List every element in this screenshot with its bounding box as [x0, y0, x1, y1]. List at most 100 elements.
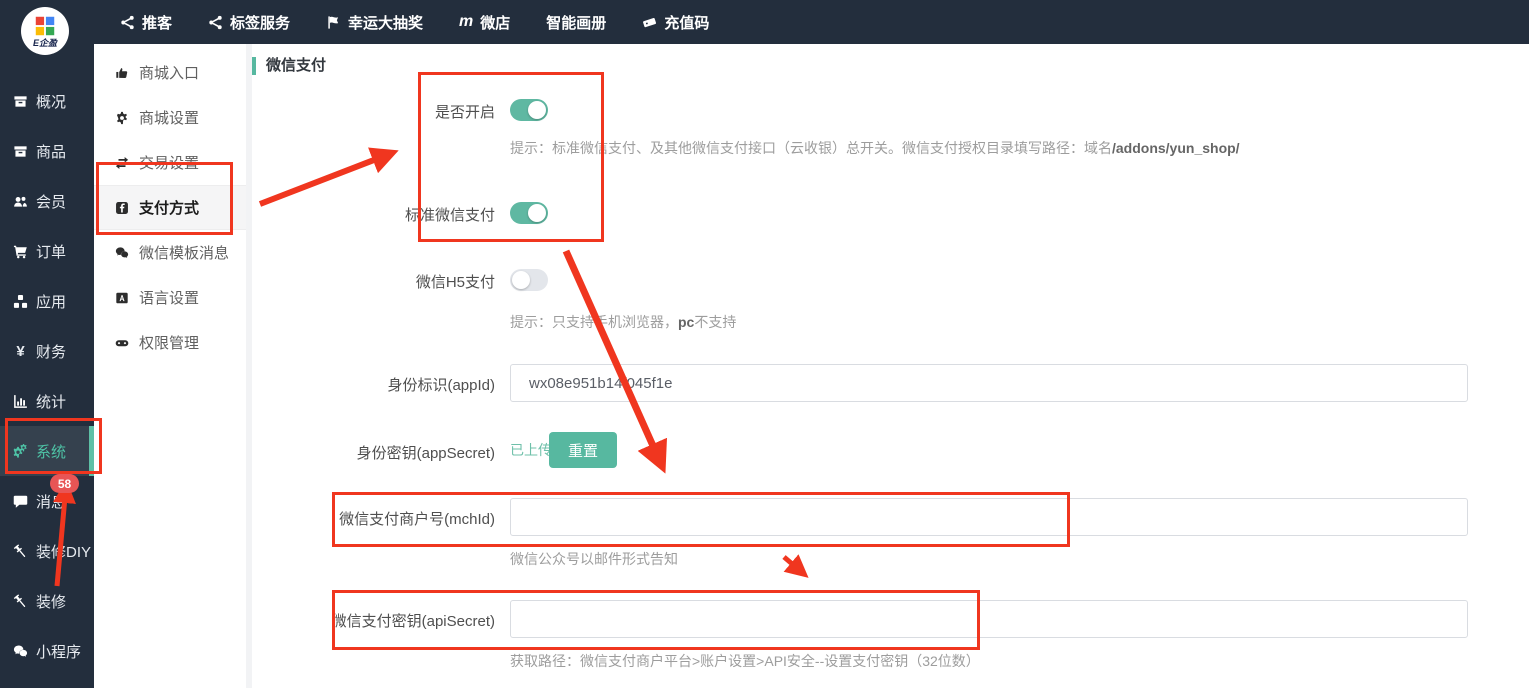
appsecret-uploaded-status: 已上传 [510, 432, 552, 468]
standard-wechat-pay-label: 标准微信支付 [252, 205, 495, 227]
cubes-icon [13, 294, 28, 309]
submenu-item-permissions[interactable]: 权限管理 [94, 320, 246, 365]
brand-name: E企盈 [33, 36, 57, 49]
h5-hint-pc: pc [678, 314, 694, 330]
submenu-item-label: 支付方式 [139, 197, 199, 218]
cart-icon [13, 244, 28, 259]
brand-logo-icon [33, 14, 57, 38]
standard-wechat-pay-toggle[interactable] [510, 202, 548, 224]
wechat-icon [13, 644, 28, 659]
submenu-item-language-settings[interactable]: 语言设置 [94, 275, 246, 320]
appid-label: 身份标识(appId) [252, 375, 495, 397]
h5-hint-suffix: 不支持 [694, 314, 736, 330]
sidebar-item-label: 概况 [36, 91, 66, 112]
messages-count-badge: 58 [50, 474, 79, 493]
topbar-item-smart-album[interactable]: 智能画册 [546, 12, 606, 33]
apisecret-input[interactable] [510, 600, 1468, 638]
sidebar-item-label: 装修DIY [36, 541, 91, 562]
submenu-item-trade-settings[interactable]: 交易设置 [94, 140, 246, 185]
users-icon [13, 194, 28, 209]
wechat-pay-settings-panel: 微信支付 是否开启 提示：标准微信支付、及其他微信支付接口（云收银）总开关。微信… [252, 44, 1529, 688]
share-icon [120, 15, 135, 30]
sidebar-item-orders[interactable]: 订单 [0, 226, 94, 276]
brand-logo[interactable]: E企盈 [21, 7, 69, 55]
mchid-label: 微信支付商户号(mchId) [252, 509, 495, 531]
thumb-icon [115, 66, 129, 80]
sidebar-item-miniprogram[interactable]: 小程序 [0, 626, 94, 676]
sidebar-item-label: 会员 [36, 191, 66, 212]
sidebar-item-apps[interactable]: 应用 [0, 276, 94, 326]
topbar-item-tuike[interactable]: 推客 [120, 12, 172, 33]
h5-pay-toggle[interactable] [510, 269, 548, 291]
topbar-item-label: 标签服务 [230, 12, 290, 33]
topbar-item-label: 推客 [142, 12, 172, 33]
sidebar-item-decorate[interactable]: 装修 [0, 576, 94, 626]
sidebar-item-system[interactable]: 系统 [0, 426, 94, 476]
sidebar: E企盈 概况 商品 会员 订单 应用 ¥ 财务 统计 [0, 0, 94, 688]
submenu-item-label: 权限管理 [139, 332, 199, 353]
sidebar-item-label: 统计 [36, 391, 66, 412]
topbar-item-label: 幸运大抽奖 [348, 12, 423, 33]
gavel-icon [13, 594, 28, 609]
submenu-divider [246, 44, 252, 688]
permission-icon [115, 336, 129, 350]
topbar: 推客 标签服务 幸运大抽奖 m 微店 智能画册 充值码 [0, 0, 1529, 44]
submenu-item-label: 商城设置 [139, 107, 199, 128]
sidebar-item-messages[interactable]: 消息 [0, 476, 94, 526]
sidebar-item-label: 系统 [36, 441, 66, 462]
sidebar-item-stats[interactable]: 统计 [0, 376, 94, 426]
sidebar-item-label: 订单 [36, 241, 66, 262]
enable-toggle[interactable] [510, 99, 548, 121]
sidebar-item-label: 商品 [36, 141, 66, 162]
submenu-item-label: 交易设置 [139, 152, 199, 173]
topbar-item-weidian[interactable]: m 微店 [459, 12, 510, 33]
mchid-hint: 微信公众号以邮件形式告知 [510, 550, 678, 568]
submenu-item-mall-settings[interactable]: 商城设置 [94, 95, 246, 140]
flag-icon [326, 15, 341, 30]
submenu-item-wechat-template-msg[interactable]: 微信模板消息 [94, 230, 246, 275]
topbar-item-label: 智能画册 [546, 12, 606, 33]
sidebar-item-label: 应用 [36, 291, 66, 312]
sidebar-item-finance[interactable]: ¥ 财务 [0, 326, 94, 376]
enable-hint: 提示：标准微信支付、及其他微信支付接口（云收银）总开关。微信支付授权目录填写路径… [510, 139, 1240, 157]
enable-label: 是否开启 [252, 102, 495, 124]
sidebar-item-label: 小程序 [36, 641, 81, 662]
enable-hint-path: /addons/yun_shop/ [1112, 140, 1240, 156]
box-icon [13, 144, 28, 159]
h5-pay-label: 微信H5支付 [252, 272, 495, 294]
sidebar-item-label: 装修 [36, 591, 66, 612]
topbar-item-tag-service[interactable]: 标签服务 [208, 12, 290, 33]
submenu-item-label: 微信模板消息 [139, 242, 229, 263]
apisecret-hint: 获取路径：微信支付商户平台>账户设置>API安全--设置支付密钥（32位数） [510, 652, 980, 670]
topbar-item-recharge-code[interactable]: 充值码 [642, 12, 709, 33]
sidebar-item-goods[interactable]: 商品 [0, 126, 94, 176]
gavel-icon [13, 544, 28, 559]
submenu-item-payment-methods[interactable]: 支付方式 [94, 185, 246, 230]
appid-input[interactable] [510, 364, 1468, 402]
appsecret-reset-button[interactable]: 重置 [549, 432, 617, 468]
submenu-item-mall-entry[interactable]: 商城入口 [94, 50, 246, 95]
topbar-item-lucky-draw[interactable]: 幸运大抽奖 [326, 12, 423, 33]
apisecret-label: 微信支付密钥(apiSecret) [252, 611, 495, 633]
m-icon: m [459, 14, 473, 30]
chart-icon [13, 394, 28, 409]
h5-pay-hint: 提示：只支持手机浏览器，pc不支持 [510, 313, 736, 331]
gears-icon [13, 444, 28, 459]
language-icon [115, 291, 129, 305]
sidebar-item-overview[interactable]: 概况 [0, 76, 94, 126]
settings-submenu: 商城入口 商城设置 交易设置 支付方式 微信模板消息 语言设置 权限管理 [94, 44, 246, 688]
chat-icon [13, 494, 28, 509]
appsecret-label: 身份密钥(appSecret) [252, 443, 495, 465]
share-icon [208, 15, 223, 30]
exchange-icon [115, 156, 129, 170]
sidebar-item-diy[interactable]: 装修DIY [0, 526, 94, 576]
topbar-item-label: 微店 [480, 12, 510, 33]
topbar-item-label: 充值码 [664, 12, 709, 33]
mchid-input[interactable] [510, 498, 1468, 536]
page-title: 微信支付 [252, 57, 326, 75]
wechat-icon [115, 246, 129, 260]
h5-hint-prefix: 提示：只支持手机浏览器， [510, 314, 678, 330]
sidebar-item-label: 消息 [36, 491, 66, 512]
yen-icon: ¥ [13, 343, 28, 360]
sidebar-item-members[interactable]: 会员 [0, 176, 94, 226]
